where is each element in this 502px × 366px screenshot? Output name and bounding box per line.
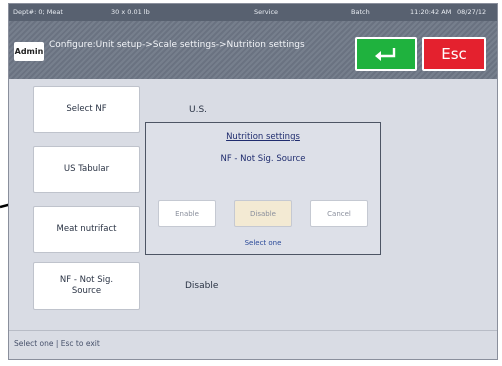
footer-bar: Select one | Esc to exit [9, 330, 497, 361]
footer-hint: Select one | Esc to exit [14, 339, 100, 348]
esc-button[interactable]: Esc [422, 37, 486, 71]
disable-button[interactable]: Disable [234, 200, 292, 227]
meat-nutrifact-button[interactable]: Meat nutrifact [33, 206, 140, 253]
scale-screen: Dept#: 0; Meat 30 x 0.01 lb Service Batc… [8, 3, 498, 360]
status-time: 11:20:42 AM [410, 8, 452, 16]
select-nf-value: U.S. [189, 105, 208, 115]
dialog-subtitle: NF - Not Sig. Source [220, 154, 306, 164]
status-bar: Dept#: 0; Meat 30 x 0.01 lb Service Batc… [9, 4, 497, 21]
status-mode: Service [254, 8, 279, 16]
status-batch: Batch [351, 8, 370, 16]
enable-button[interactable]: Enable [158, 200, 216, 227]
user-role-badge: Admin [14, 42, 44, 61]
dialog-title: Nutrition settings [226, 132, 300, 142]
status-capacity: 30 x 0.01 lb [111, 8, 150, 16]
enter-button[interactable] [355, 37, 417, 71]
breadcrumb: Configure:Unit setup->Scale settings->Nu… [49, 40, 305, 50]
nf-not-sig-source-value: Disable [185, 281, 219, 291]
us-tabular-button[interactable]: US Tabular [33, 146, 140, 193]
dialog-hint: Select one [244, 239, 282, 247]
status-date: 08/27/12 [457, 8, 487, 16]
return-arrow-icon [375, 48, 396, 61]
status-dept: Dept#: 0; Meat [13, 8, 63, 16]
nutrition-settings-dialog: Nutrition settings NF - Not Sig. Source … [145, 122, 381, 255]
select-nf-button[interactable]: Select NF [33, 86, 140, 133]
cancel-button[interactable]: Cancel [310, 200, 368, 227]
nf-not-sig-source-button[interactable]: NF - Not Sig. Source [33, 262, 140, 310]
header-bar: Admin Configure:Unit setup->Scale settin… [9, 21, 497, 79]
